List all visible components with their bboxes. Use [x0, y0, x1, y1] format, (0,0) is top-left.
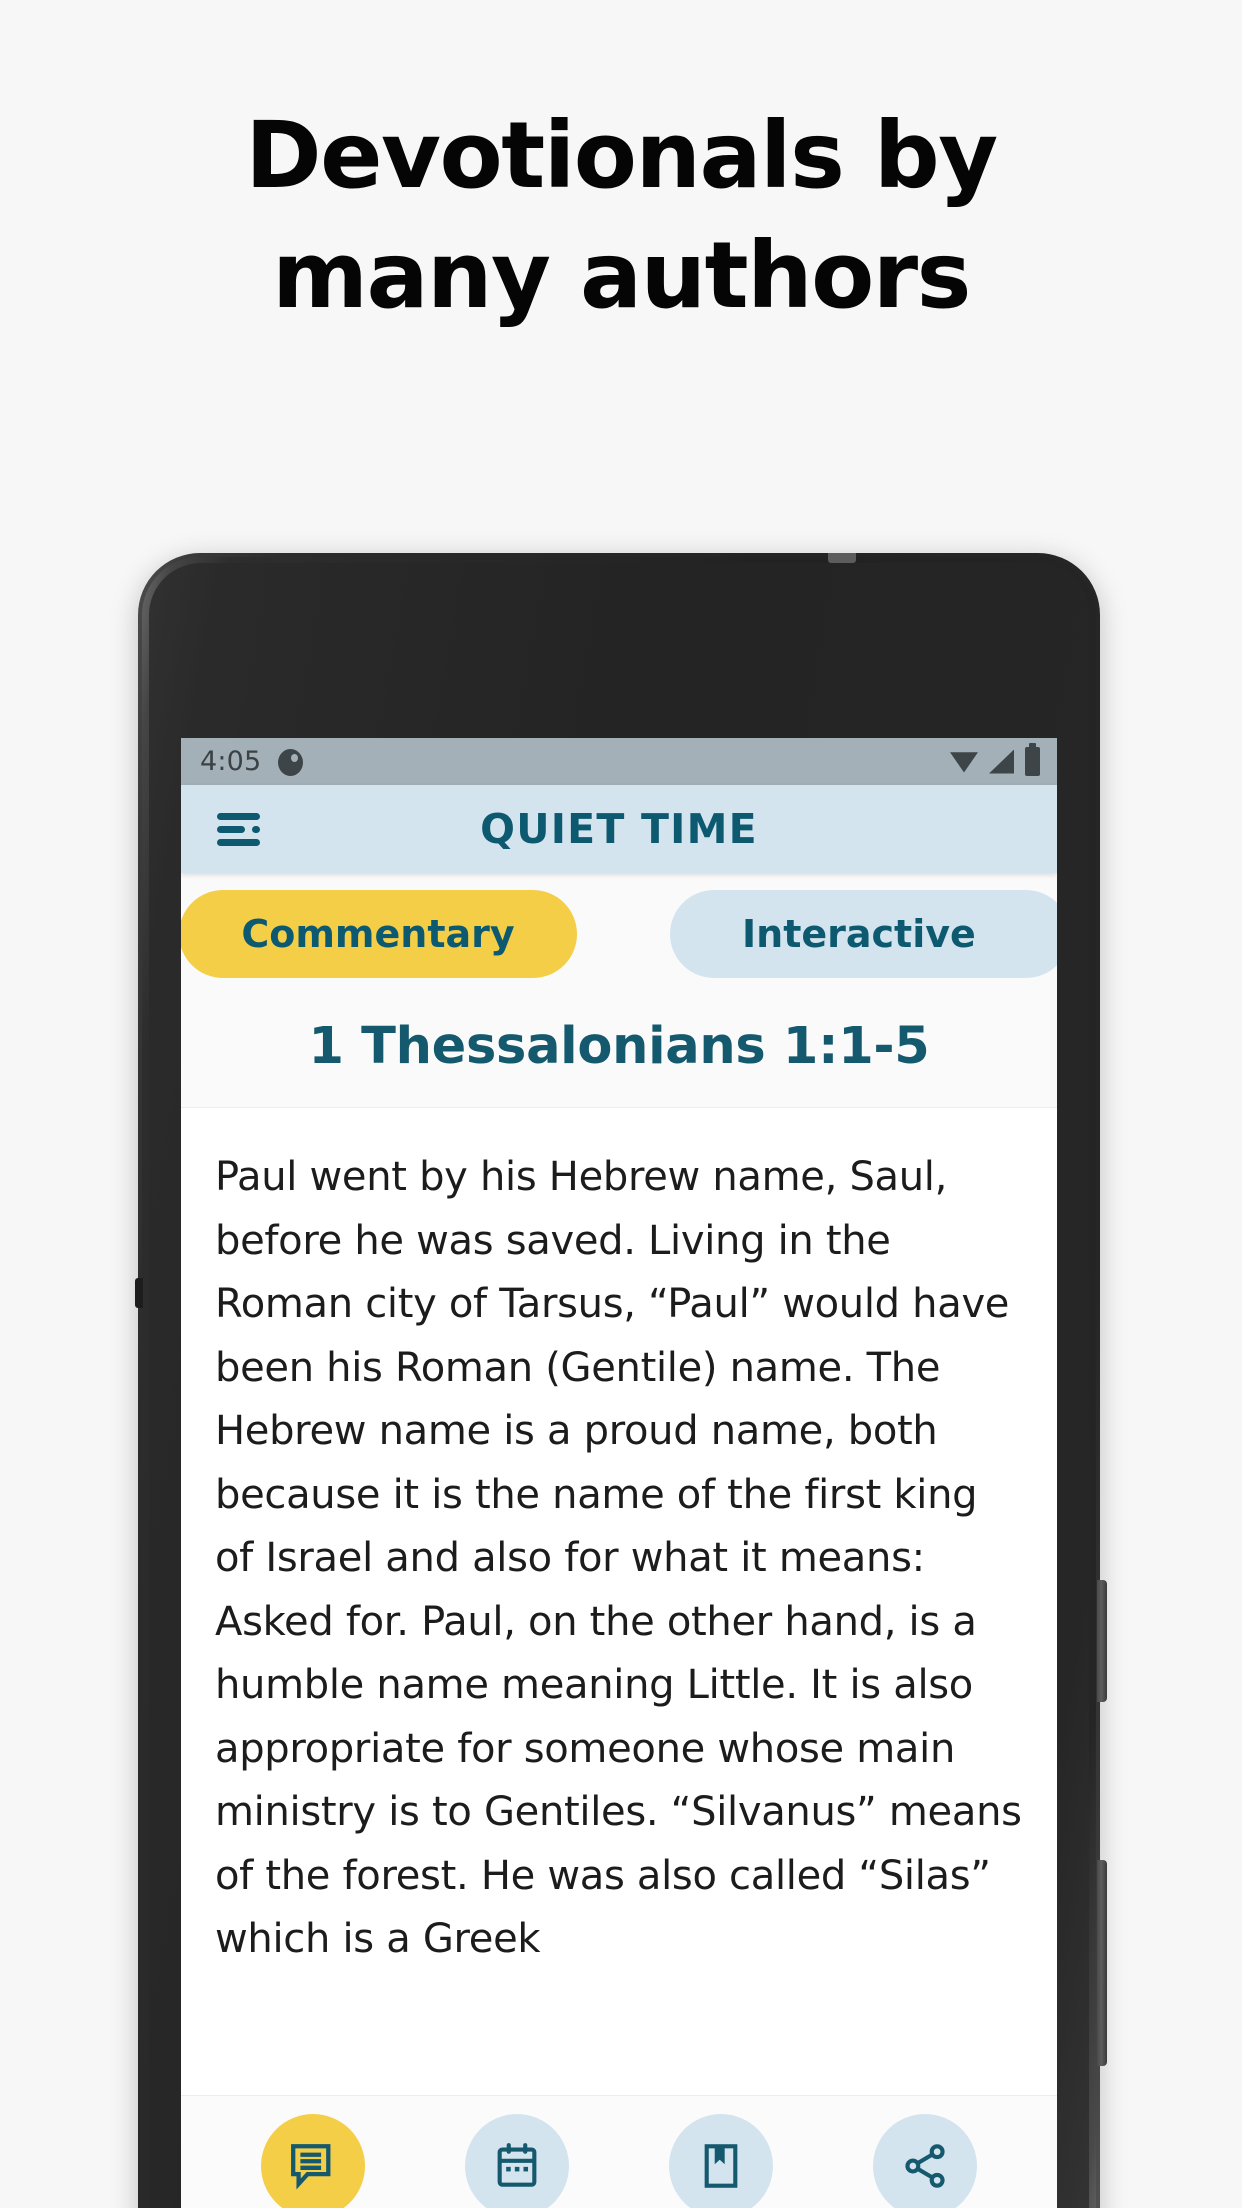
- headline-line-1: Devotionals by: [245, 102, 998, 209]
- app-bar-title: QUIET TIME: [480, 805, 758, 853]
- promo-screenshot-page: Devotionals by many authors 4:05 QUIET T…: [0, 0, 1242, 2208]
- sim-tray: [135, 1278, 143, 1308]
- power-button[interactable]: [1097, 1860, 1107, 2066]
- tab-interactive[interactable]: Interactive: [670, 889, 1057, 978]
- bookmark-book-icon: [669, 2114, 773, 2208]
- battery-icon: [1025, 743, 1040, 776]
- hamburger-menu-icon[interactable]: [217, 811, 263, 847]
- signal-icon: [989, 749, 1014, 774]
- app-bar: QUIET TIME: [181, 785, 1057, 873]
- status-bar: 4:05: [181, 738, 1057, 785]
- nav-item-date[interactable]: Date: [415, 2114, 619, 2208]
- phone-screen: 4:05 QUIET TIME Commentary Interactive 1: [181, 738, 1057, 2208]
- wifi-icon: [950, 752, 978, 773]
- devotional-content[interactable]: Paul went by his Hebrew name, Saul, befo…: [181, 1108, 1057, 2028]
- devotional-body-text: Paul went by his Hebrew name, Saul, befo…: [215, 1154, 1022, 1962]
- status-bar-time: 4:05: [200, 746, 262, 777]
- passage-header: 1 Thessalonians 1:1-5: [181, 986, 1057, 1108]
- calendar-icon: [465, 2114, 569, 2208]
- phone-top-antenna-notch: [828, 553, 856, 563]
- status-bar-indicators: [950, 743, 1040, 776]
- notification-icon: [278, 747, 304, 777]
- volume-button[interactable]: [1097, 1580, 1107, 1702]
- nav-item-notes[interactable]: Notes: [211, 2114, 415, 2208]
- share-icon: [873, 2114, 977, 2208]
- nav-item-author[interactable]: Author: [619, 2114, 823, 2208]
- tab-strip: Commentary Interactive: [181, 873, 1057, 986]
- notes-comment-icon: [261, 2114, 365, 2208]
- headline-line-2: many authors: [272, 221, 971, 329]
- bottom-navigation-bar: Notes Date: [181, 2095, 1057, 2208]
- page-headline: Devotionals by many authors: [0, 96, 1242, 335]
- passage-title: 1 Thessalonians 1:1-5: [308, 1017, 930, 1076]
- nav-item-share[interactable]: Share: [823, 2114, 1027, 2208]
- tab-commentary[interactable]: Commentary: [181, 889, 577, 978]
